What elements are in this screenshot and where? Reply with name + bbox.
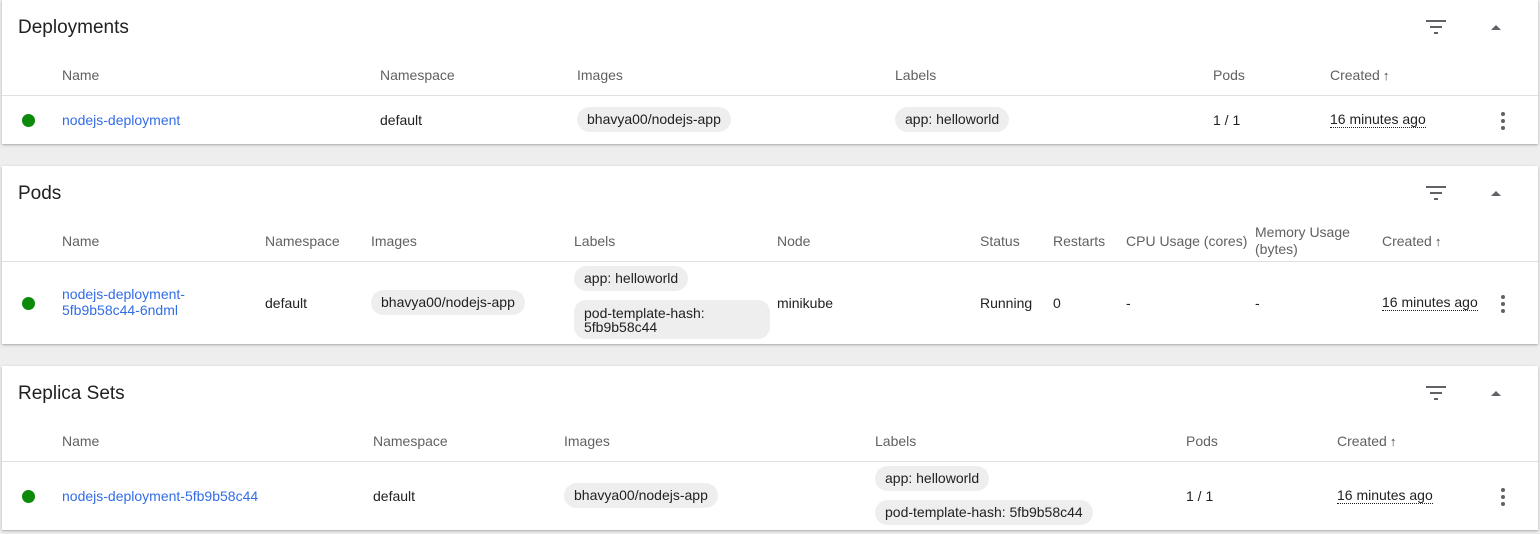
- pods-title: Pods: [18, 183, 62, 204]
- label-chip: pod-template-hash: 5fb9b58c44: [574, 300, 770, 339]
- label-chip: app: helloworld: [895, 107, 1010, 132]
- column-header-namespace[interactable]: Namespace: [265, 233, 340, 250]
- arrow-up-icon: ↑: [1389, 434, 1397, 449]
- column-header-images: Images: [371, 233, 417, 249]
- column-header-created[interactable]: Created ↑: [1330, 67, 1389, 84]
- replica-sets-card: Replica Sets Name Namespace Images Label…: [2, 366, 1538, 530]
- column-header-images: Images: [564, 433, 610, 449]
- column-header-created[interactable]: Created ↑: [1382, 233, 1441, 250]
- pod-status: Running: [980, 295, 1033, 311]
- filter-icon[interactable]: [1422, 379, 1450, 407]
- chevron-up-icon[interactable]: [1482, 13, 1510, 41]
- replica-set-pods: 1 / 1: [1186, 488, 1214, 504]
- filter-icon[interactable]: [1422, 179, 1450, 207]
- column-header-status[interactable]: Status: [980, 233, 1020, 250]
- pod-restarts: 0: [1053, 295, 1061, 311]
- column-header-pods: Pods: [1186, 433, 1218, 449]
- pod-created: 16 minutes ago: [1382, 294, 1478, 311]
- replica-set-created: 16 minutes ago: [1337, 487, 1433, 504]
- image-chip: bhavya00/nodejs-app: [371, 290, 525, 315]
- replica-sets-title: Replica Sets: [18, 383, 125, 404]
- image-chip: bhavya00/nodejs-app: [564, 483, 718, 508]
- arrow-up-icon: ↑: [1382, 68, 1390, 83]
- column-header-created[interactable]: Created ↑: [1337, 433, 1396, 450]
- more-vert-icon[interactable]: [1495, 292, 1511, 316]
- pod-cpu: -: [1126, 295, 1131, 311]
- column-header-name[interactable]: Name: [62, 67, 99, 84]
- header-divider: [2, 261, 1538, 262]
- more-vert-icon[interactable]: [1495, 485, 1511, 509]
- column-header-labels: Labels: [875, 433, 917, 449]
- arrow-up-icon: ↑: [1434, 234, 1442, 249]
- column-header-restarts: Restarts: [1053, 233, 1106, 249]
- column-header-labels: Labels: [574, 233, 616, 249]
- chevron-up-icon[interactable]: [1482, 379, 1510, 407]
- column-header-namespace[interactable]: Namespace: [380, 67, 455, 84]
- column-header-namespace[interactable]: Namespace: [373, 433, 448, 450]
- column-header-memory: Memory Usage (bytes): [1255, 224, 1350, 257]
- pod-memory: -: [1255, 295, 1260, 311]
- deployment-created: 16 minutes ago: [1330, 111, 1426, 128]
- status-ok-icon: [22, 297, 35, 310]
- label-chip: pod-template-hash: 5fb9b58c44: [875, 500, 1093, 525]
- column-header-created-label: Created: [1337, 433, 1387, 449]
- chevron-up-icon[interactable]: [1482, 179, 1510, 207]
- column-header-created-label: Created: [1330, 67, 1380, 83]
- label-chip: app: helloworld: [875, 466, 990, 491]
- status-ok-icon: [22, 490, 35, 503]
- label-chip: app: helloworld: [574, 266, 689, 291]
- column-header-labels: Labels: [895, 67, 937, 83]
- replica-set-namespace: default: [373, 488, 416, 504]
- replica-set-name-link[interactable]: nodejs-deployment-5fb9b58c44: [62, 488, 258, 504]
- deployment-name-link[interactable]: nodejs-deployment: [62, 112, 180, 128]
- column-header-name[interactable]: Name: [62, 233, 99, 250]
- deployments-title: Deployments: [18, 17, 129, 38]
- column-header-pods: Pods: [1213, 67, 1245, 83]
- column-header-cpu: CPU Usage (cores): [1126, 233, 1248, 249]
- more-vert-icon[interactable]: [1495, 109, 1511, 133]
- pod-node: minikube: [777, 295, 834, 311]
- deployment-pods: 1 / 1: [1213, 112, 1241, 128]
- column-header-created-label: Created: [1382, 233, 1432, 249]
- column-header-node[interactable]: Node: [777, 233, 810, 250]
- deployments-card: Deployments Name Namespace Images Labels…: [2, 0, 1538, 144]
- pods-card: Pods Name Namespace Images Labels Node S…: [2, 166, 1538, 344]
- filter-icon[interactable]: [1422, 13, 1450, 41]
- header-divider: [2, 461, 1538, 462]
- status-ok-icon: [22, 114, 35, 127]
- header-divider: [2, 95, 1538, 96]
- column-header-name[interactable]: Name: [62, 433, 99, 450]
- pod-name-link[interactable]: nodejs-deployment-5fb9b58c44-6ndml: [62, 286, 212, 318]
- pod-namespace: default: [265, 295, 308, 311]
- image-chip: bhavya00/nodejs-app: [577, 107, 731, 132]
- deployment-namespace: default: [380, 112, 423, 128]
- column-header-images: Images: [577, 67, 623, 83]
